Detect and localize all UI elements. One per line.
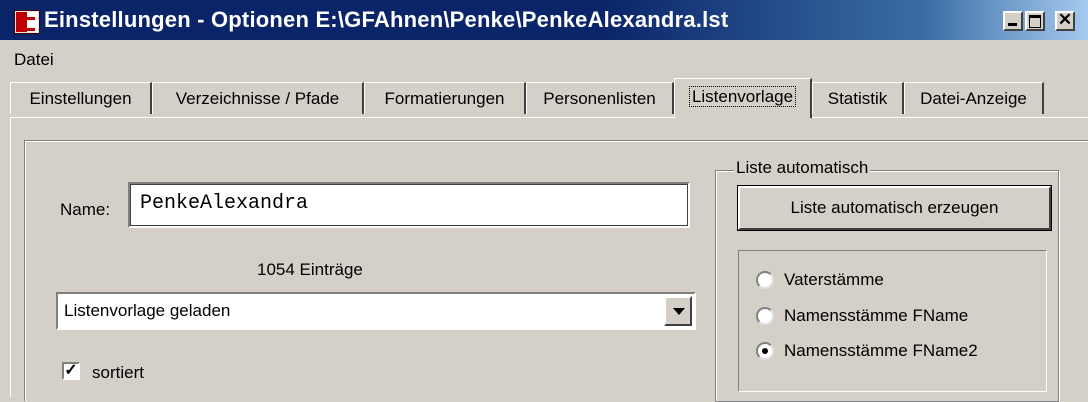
select-value: Listenvorlage geladen	[64, 301, 231, 320]
tab-listenvorlage[interactable]: Listenvorlage	[674, 78, 812, 118]
tab-einstellungen[interactable]: Einstellungen	[10, 82, 152, 114]
tab-formatierungen[interactable]: Formatierungen	[364, 82, 526, 114]
tab-personenlisten[interactable]: Personenlisten	[526, 82, 674, 114]
minimize-button[interactable]	[1003, 11, 1023, 31]
dropdown-button[interactable]	[664, 296, 692, 326]
sortiert-checkbox[interactable]: ✓	[62, 362, 80, 380]
group-title: Liste automatisch	[734, 158, 871, 178]
radio-namensstaemme-fname2[interactable]	[756, 342, 774, 360]
radio-vaterstaemme[interactable]	[756, 271, 774, 289]
listenvorlage-select[interactable]: Listenvorlage geladen	[56, 292, 696, 330]
close-icon: ✕	[1057, 10, 1073, 29]
menu-bar	[0, 40, 1088, 70]
tab-datei-anzeige[interactable]: Datei-Anzeige	[904, 82, 1044, 114]
name-label: Name:	[60, 200, 111, 219]
generate-list-button[interactable]: Liste automatisch erzeugen	[737, 185, 1052, 231]
tab-statistik[interactable]: Statistik	[812, 82, 904, 114]
close-button[interactable]: ✕	[1055, 10, 1075, 31]
tab-verzeichnisse[interactable]: Verzeichnisse / Pfade	[152, 82, 364, 114]
name-input[interactable]: PenkeAlexandra	[128, 182, 690, 228]
sortiert-label: sortiert	[92, 363, 144, 382]
title-bar: Einstellungen - Optionen E:\GFAhnen\Penk…	[0, 0, 1088, 40]
maximize-icon	[1029, 15, 1041, 28]
maximize-button[interactable]	[1025, 11, 1045, 31]
entry-count: 1054 Einträge	[257, 260, 363, 279]
window-title: Einstellungen - Optionen E:\GFAhnen\Penk…	[44, 7, 729, 32]
radio-namensstaemme-fname[interactable]	[756, 307, 774, 325]
menu-item-datei[interactable]: Datei	[14, 50, 54, 70]
app-icon[interactable]	[14, 10, 40, 34]
chevron-down-icon	[673, 308, 685, 315]
radio-label-namensstaemme-fname: Namensstämme FName	[784, 306, 969, 325]
radio-label-namensstaemme-fname2: Namensstämme FName2	[784, 341, 978, 360]
minimize-icon	[1008, 23, 1017, 26]
radio-label-vaterstaemme: Vaterstämme	[784, 270, 884, 289]
